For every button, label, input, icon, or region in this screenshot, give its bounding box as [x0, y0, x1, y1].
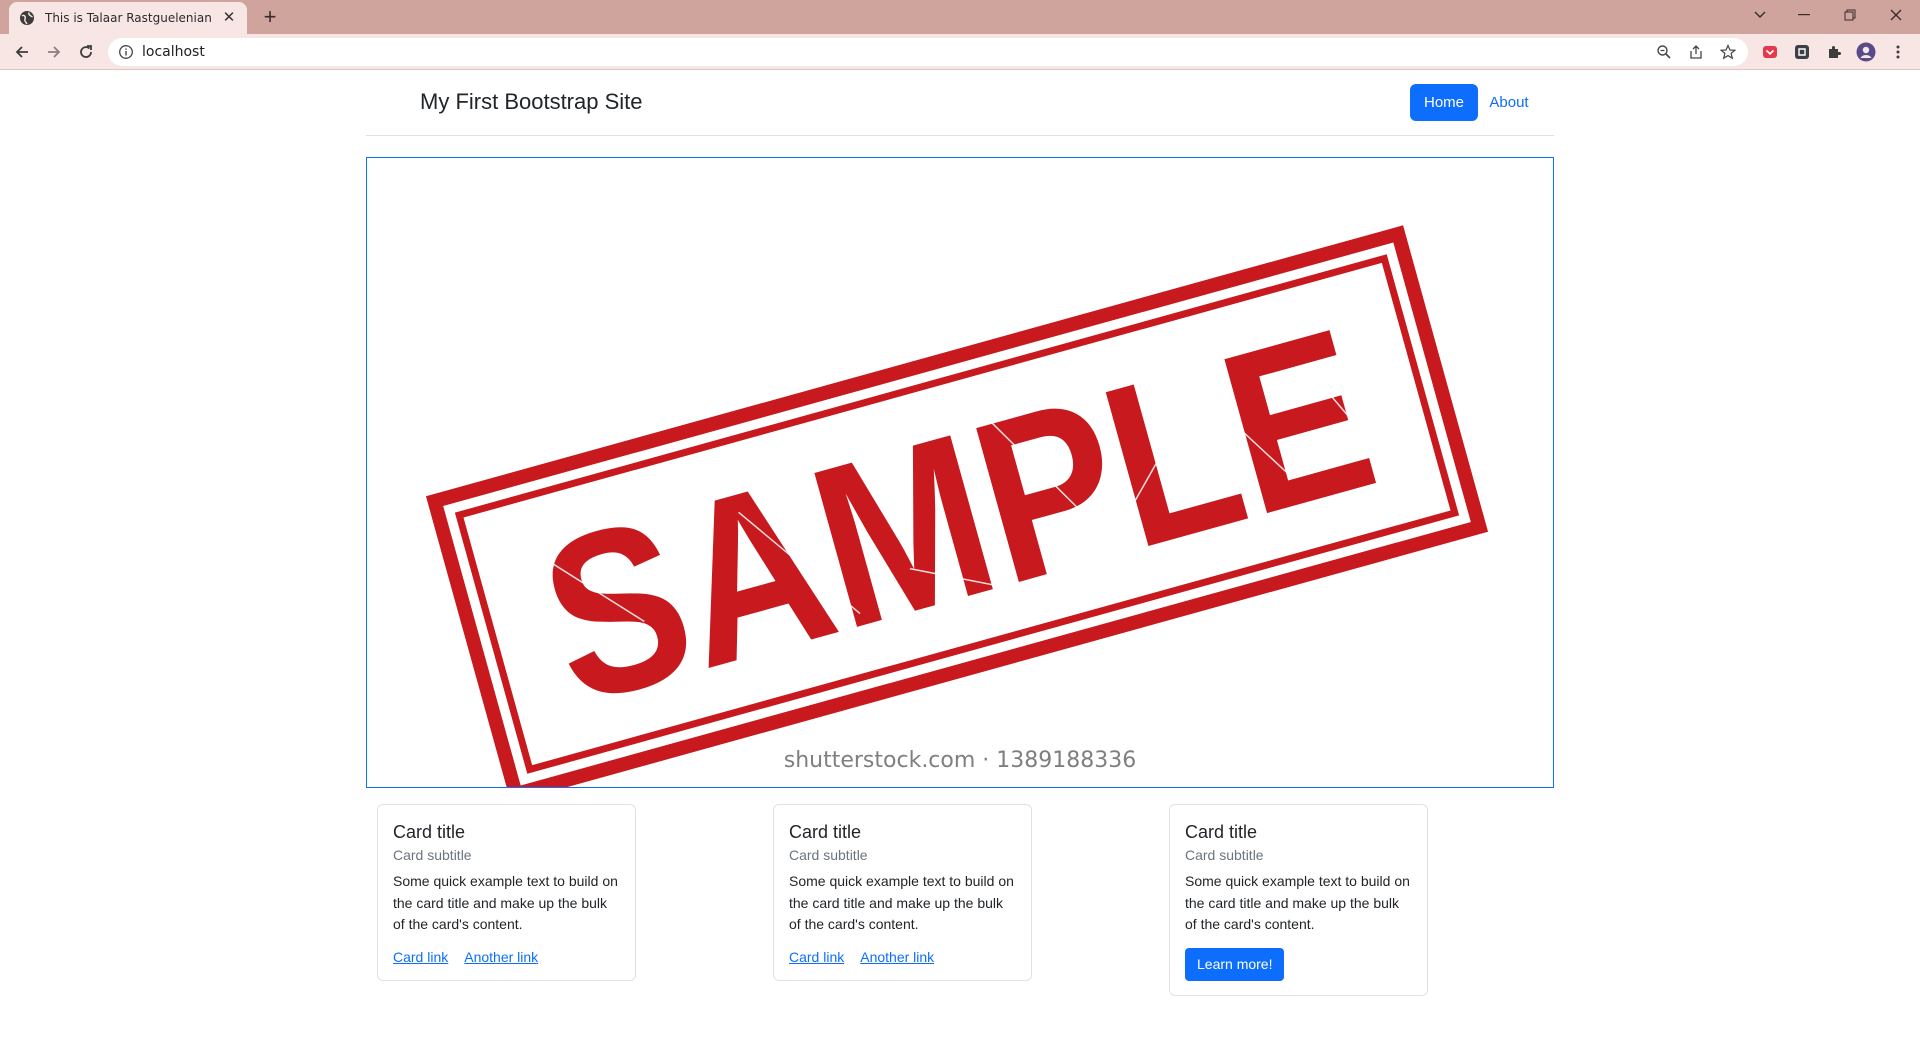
profile-avatar-icon[interactable] [1856, 42, 1876, 62]
reload-icon[interactable] [74, 40, 98, 64]
card-3: Card title Card subtitle Some quick exam… [1169, 804, 1428, 996]
browser-tab[interactable]: This is Talaar Rastguelenian Website ✕ [9, 2, 247, 34]
card-1: Card title Card subtitle Some quick exam… [377, 804, 636, 981]
close-tab-icon[interactable]: ✕ [221, 10, 237, 26]
browser-toolbar: localhost [0, 34, 1920, 70]
close-window-button[interactable] [1882, 4, 1910, 26]
card-2: Card title Card subtitle Some quick exam… [773, 804, 1032, 981]
hero-image: SAMPLE shutterstock.com · 1389188336 [366, 157, 1554, 788]
another-link[interactable]: Another link [464, 949, 538, 965]
card-text: Some quick example text to build on the … [393, 873, 618, 932]
grammar-extension-icon[interactable] [1792, 42, 1812, 62]
card-link[interactable]: Card link [789, 949, 844, 965]
address-bar[interactable]: localhost [108, 38, 1748, 66]
card-subtitle: Card subtitle [1185, 847, 1264, 863]
share-icon[interactable] [1688, 44, 1704, 60]
learn-more-button[interactable]: Learn more! [1185, 947, 1285, 981]
nav-home-link[interactable]: Home [1410, 84, 1478, 121]
card-title: Card title [789, 822, 862, 842]
site-brand[interactable]: My First Bootstrap Site [420, 89, 643, 115]
bookmark-star-icon[interactable] [1720, 44, 1736, 60]
new-tab-button[interactable]: + [258, 6, 282, 30]
url-text: localhost [142, 44, 205, 60]
globe-icon [20, 11, 34, 25]
tab-search-icon[interactable] [1746, 4, 1774, 26]
browser-menu-icon[interactable] [1888, 42, 1908, 62]
site-info-icon[interactable] [118, 44, 134, 60]
card-title: Card title [393, 822, 466, 842]
page-viewport: My First Bootstrap Site Home About SAMPL… [0, 70, 1920, 1040]
card-subtitle: Card subtitle [789, 847, 868, 863]
watermark-text: shutterstock.com · 1389188336 [784, 748, 1137, 773]
card-text: Some quick example text to build on the … [1185, 873, 1410, 932]
card-links: Card link Another link [789, 948, 1016, 966]
card-text: Some quick example text to build on the … [789, 873, 1014, 932]
card-link[interactable]: Card link [393, 949, 448, 965]
forward-icon[interactable] [42, 40, 66, 64]
site-header: My First Bootstrap Site Home About [366, 70, 1554, 136]
card-links: Card link Another link [393, 948, 620, 966]
sample-stamp-image: SAMPLE shutterstock.com · 1389188336 [367, 158, 1553, 787]
restore-button[interactable] [1836, 4, 1864, 26]
zoom-icon[interactable] [1656, 44, 1672, 60]
pocket-extension-icon[interactable] [1760, 42, 1780, 62]
browser-tabstrip: This is Talaar Rastguelenian Website ✕ + [0, 0, 1920, 34]
card-subtitle: Card subtitle [393, 847, 472, 863]
minimize-button[interactable] [1790, 4, 1818, 26]
card-title: Card title [1185, 822, 1258, 842]
extensions-puzzle-icon[interactable] [1824, 42, 1844, 62]
another-link[interactable]: Another link [860, 949, 934, 965]
nav-about-link[interactable]: About [1486, 84, 1532, 121]
back-icon[interactable] [10, 40, 34, 64]
tab-title: This is Talaar Rastguelenian Website [45, 11, 215, 25]
